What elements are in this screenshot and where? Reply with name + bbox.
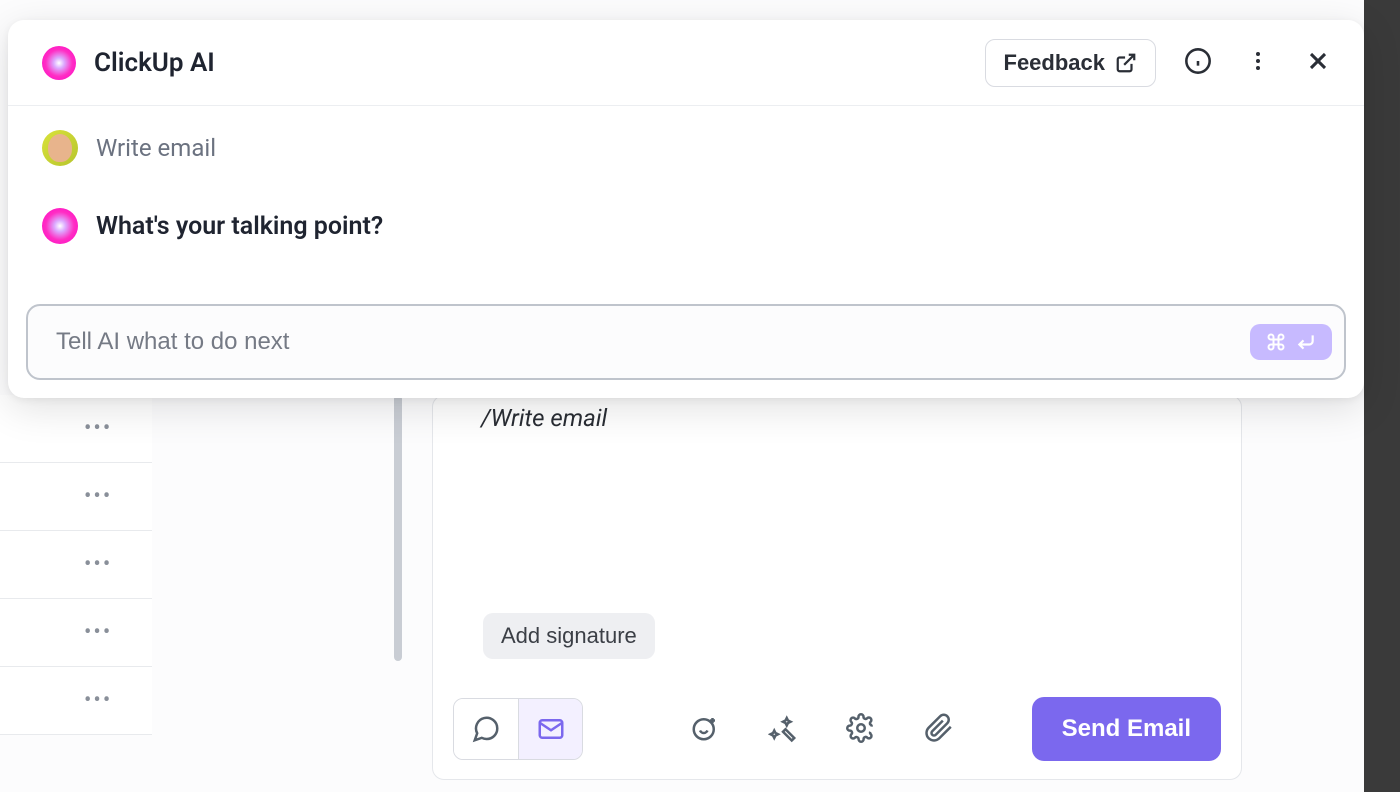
list-item[interactable]: ••• (0, 599, 152, 667)
ai-input-area (8, 304, 1364, 398)
ai-message-text: What's your talking point? (96, 212, 383, 241)
mode-toggle (453, 698, 583, 760)
list-item[interactable]: ••• (0, 395, 152, 463)
user-message-row: Write email (42, 130, 1330, 166)
more-icon: ••• (84, 622, 112, 644)
kebab-icon (1246, 47, 1270, 75)
ai-modal-header: ClickUp AI Feedback (8, 20, 1364, 106)
magic-wand-icon (768, 713, 798, 743)
ai-submit-button[interactable] (1250, 324, 1332, 360)
send-email-button[interactable]: Send Email (1032, 697, 1221, 761)
emoji-plus-icon (690, 713, 720, 743)
ai-prompt-input-container[interactable] (26, 304, 1346, 380)
mail-icon (536, 714, 566, 744)
ai-magic-button[interactable] (764, 709, 802, 750)
ai-header-actions: Feedback (985, 39, 1339, 87)
more-icon: ••• (84, 418, 112, 440)
ai-message-row: What's your talking point? (42, 208, 1330, 244)
emoji-button[interactable] (686, 709, 724, 750)
paperclip-icon (924, 713, 954, 743)
scrollbar[interactable] (394, 395, 402, 661)
close-button[interactable] (1298, 41, 1338, 84)
list-item[interactable]: ••• (0, 667, 152, 735)
more-icon: ••• (84, 486, 112, 508)
external-link-icon (1115, 52, 1137, 74)
more-icon: ••• (84, 554, 112, 576)
info-icon (1184, 47, 1212, 75)
more-icon: ••• (84, 690, 112, 712)
side-strip (1364, 0, 1400, 792)
more-menu-button[interactable] (1240, 41, 1276, 84)
settings-button[interactable] (842, 709, 880, 750)
ai-assistant-modal: ClickUp AI Feedback Write email What's y… (8, 20, 1364, 398)
chat-bubble-icon (471, 714, 501, 744)
ai-avatar-icon (42, 208, 78, 244)
email-mode-button[interactable] (518, 699, 582, 759)
enter-icon (1296, 332, 1316, 352)
feedback-label: Feedback (1004, 50, 1106, 76)
sidebar-task-list: ••• ••• ••• ••• ••• (0, 395, 152, 735)
email-body-text[interactable]: /Write email (481, 404, 607, 432)
add-signature-button[interactable]: Add signature (483, 613, 655, 659)
info-button[interactable] (1178, 41, 1218, 84)
close-icon (1304, 47, 1332, 75)
clickup-ai-logo-icon (42, 46, 76, 80)
ai-modal-title: ClickUp AI (94, 48, 215, 78)
comment-mode-button[interactable] (454, 699, 518, 759)
gear-icon (846, 713, 876, 743)
user-avatar (42, 130, 78, 166)
feedback-button[interactable]: Feedback (985, 39, 1157, 87)
user-message-text: Write email (96, 134, 216, 162)
list-item[interactable]: ••• (0, 531, 152, 599)
ai-conversation: Write email What's your talking point? (8, 106, 1364, 304)
command-icon (1266, 332, 1286, 352)
ai-prompt-input[interactable] (56, 328, 1250, 356)
email-toolbar: Send Email (453, 696, 1221, 762)
email-composer: /Write email Add signature (432, 395, 1242, 780)
list-item[interactable]: ••• (0, 463, 152, 531)
toolbar-actions: Send Email (686, 697, 1221, 761)
attach-button[interactable] (920, 709, 958, 750)
